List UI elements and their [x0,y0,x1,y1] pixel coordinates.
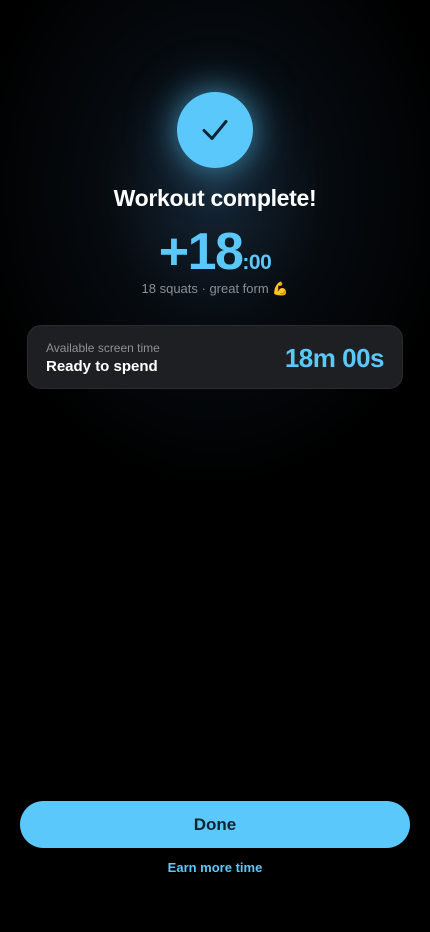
screen-time-status: Ready to spend [46,358,158,375]
checkmark-icon [177,92,253,168]
earned-time-display: +18:00 [0,222,430,282]
checkmark-glyph [202,120,228,140]
done-button[interactable]: Done [20,801,410,848]
earned-seconds: :00 [242,251,272,274]
earn-more-time-link[interactable]: Earn more time [0,860,430,875]
workout-summary: 18 squats · great form 💪 [141,281,289,296]
screen-time-value: 18m 00s [284,343,385,373]
screen-time-label: Available screen time [46,341,160,355]
earned-minutes: +18 [158,223,244,281]
page-title: Workout complete! [113,185,317,211]
screen-time-card: Available screen time Ready to spend 18m… [27,325,403,389]
workout-complete-screen: Workout complete! +18:00 18 squats · gre… [0,0,430,932]
